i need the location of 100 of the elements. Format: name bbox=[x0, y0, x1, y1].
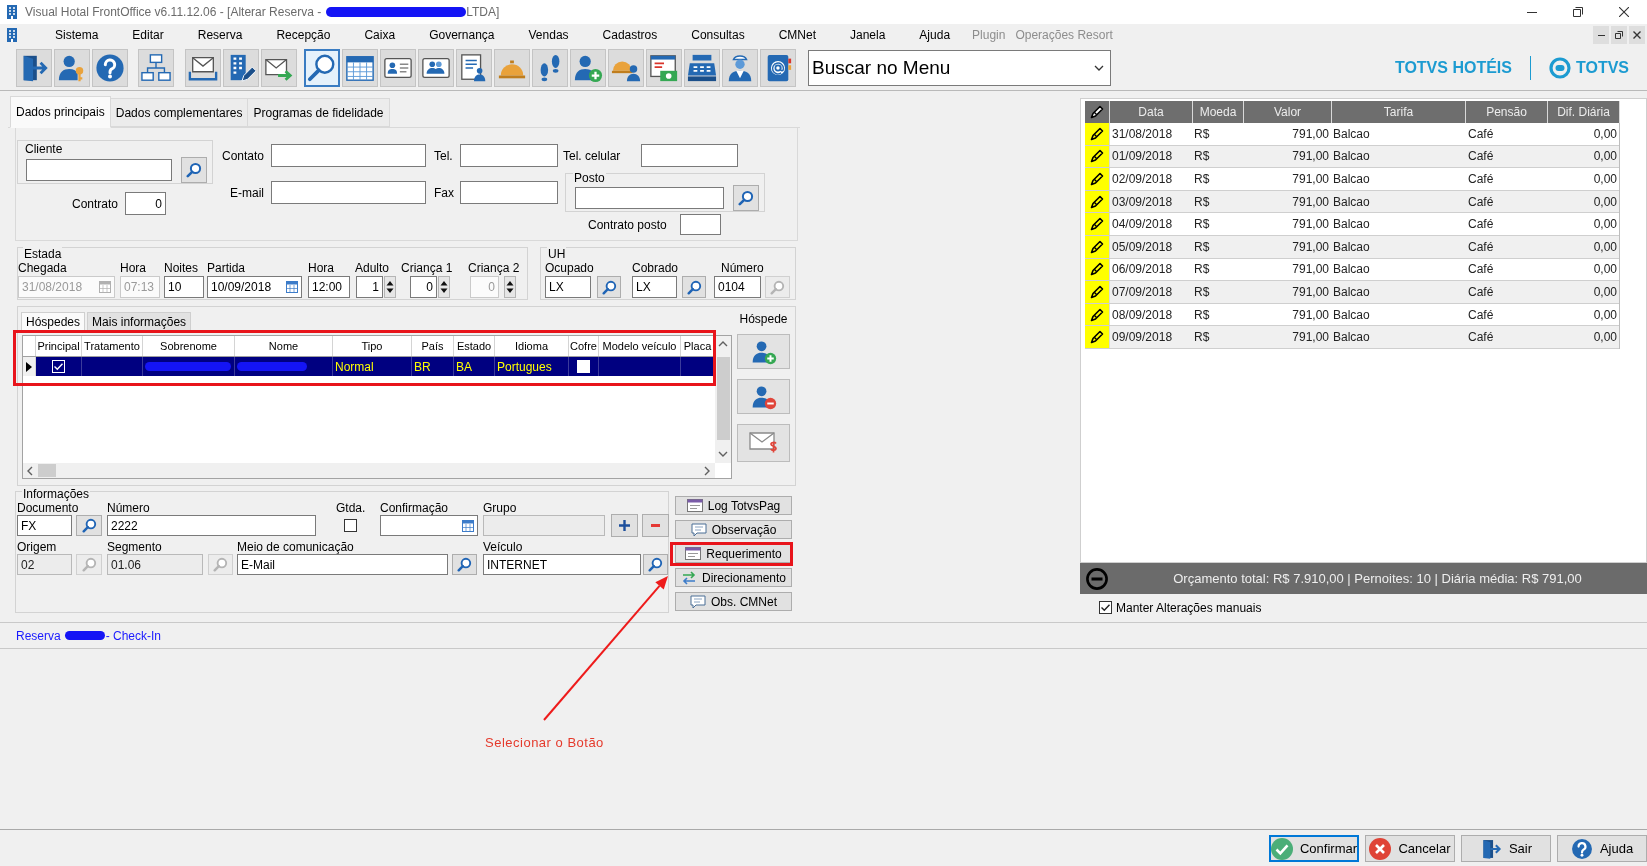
table-cell-text: 791,00 bbox=[1291, 238, 1330, 256]
input-field[interactable] bbox=[26, 159, 172, 181]
table-cell-text: 0,00 bbox=[1592, 171, 1618, 188]
toolbar-button[interactable] bbox=[16, 49, 52, 87]
remove-button[interactable] bbox=[642, 514, 669, 537]
restore-icon bbox=[1615, 31, 1623, 39]
footer-button[interactable]: Confirmar bbox=[1269, 835, 1359, 862]
menu-item[interactable]: Caixa bbox=[347, 25, 413, 45]
input-field[interactable]: 0 bbox=[125, 192, 167, 215]
input-field[interactable] bbox=[271, 144, 426, 167]
date-field[interactable] bbox=[380, 515, 478, 536]
field-label: Tel. bbox=[434, 148, 453, 163]
menu-item[interactable]: Consultas bbox=[674, 25, 762, 45]
toolbar-button[interactable] bbox=[138, 49, 174, 87]
remove-person-button[interactable] bbox=[737, 379, 790, 414]
date-field[interactable]: 10/09/2018 bbox=[207, 276, 302, 298]
menu-search-combobox[interactable]: Buscar no Menu bbox=[808, 50, 1111, 86]
add-button[interactable] bbox=[611, 514, 638, 537]
menu-item[interactable]: CMNet bbox=[761, 25, 833, 45]
input-field[interactable]: 10 bbox=[164, 276, 204, 298]
menu-item[interactable]: Recepção bbox=[259, 25, 348, 45]
tab[interactable]: Programas de fidelidade bbox=[247, 98, 390, 127]
search-button[interactable] bbox=[452, 554, 477, 575]
window-title: Visual Hotal FrontOffice v6.11.12.06 - [Alterar Reserva - bbox=[25, 5, 322, 19]
spin-button[interactable] bbox=[438, 276, 450, 298]
close-button[interactable] bbox=[1629, 26, 1645, 44]
menu-item[interactable]: Ajuda bbox=[902, 25, 968, 45]
spin-button[interactable] bbox=[504, 276, 516, 298]
input-field[interactable] bbox=[271, 181, 426, 204]
toolbar-button[interactable] bbox=[608, 49, 644, 87]
toolbar-button[interactable] bbox=[684, 49, 720, 87]
footer-button[interactable]: Ajuda bbox=[1557, 835, 1647, 862]
menu-item[interactable]: Reserva bbox=[180, 25, 260, 45]
toolbar-button[interactable] bbox=[92, 49, 128, 87]
window-title: LTDA] bbox=[466, 5, 500, 19]
action-button[interactable]: Direcionamento bbox=[675, 568, 792, 587]
action-button[interactable]: Obs. CMNet bbox=[675, 592, 792, 611]
search-button[interactable] bbox=[643, 554, 668, 575]
toolbar-button[interactable] bbox=[54, 49, 90, 87]
scroll-thumb[interactable] bbox=[716, 357, 730, 440]
checkbox[interactable] bbox=[1099, 601, 1112, 614]
input-field[interactable]: 0 bbox=[410, 276, 437, 298]
swap-arrows-icon bbox=[680, 570, 697, 585]
toolbar-button[interactable] bbox=[570, 49, 606, 87]
input-field[interactable]: LX bbox=[632, 276, 677, 298]
input-field[interactable] bbox=[575, 187, 724, 209]
table-cell: Portugues bbox=[495, 357, 569, 376]
toolbar-button[interactable] bbox=[532, 49, 568, 87]
menu-item[interactable]: Cadastros bbox=[585, 25, 675, 45]
input-field[interactable]: FX bbox=[17, 515, 72, 536]
search-button[interactable] bbox=[76, 515, 102, 536]
input-field[interactable]: 0104 bbox=[714, 276, 761, 298]
input-field[interactable]: INTERNET bbox=[483, 554, 641, 575]
action-button[interactable]: Log TotvsPag bbox=[675, 496, 792, 515]
toolbar-button[interactable] bbox=[304, 49, 340, 87]
search-button[interactable] bbox=[597, 276, 621, 298]
action-button[interactable]: Observação bbox=[675, 520, 792, 539]
menu-item[interactable]: Vendas bbox=[511, 25, 586, 45]
search-button[interactable] bbox=[733, 185, 759, 211]
footer-button[interactable]: Sair bbox=[1461, 835, 1551, 862]
input-field[interactable] bbox=[679, 214, 721, 235]
menu-item[interactable]: Governança bbox=[412, 25, 512, 45]
toolbar-button[interactable] bbox=[342, 49, 378, 87]
toolbar-button[interactable] bbox=[456, 49, 492, 87]
toolbar-button[interactable] bbox=[261, 49, 297, 87]
minimize-button[interactable] bbox=[1593, 26, 1609, 44]
toolbar-button[interactable] bbox=[760, 49, 796, 87]
footer-button[interactable]: Cancelar bbox=[1365, 835, 1455, 862]
restore-icon bbox=[1573, 7, 1583, 17]
search-icon bbox=[686, 279, 702, 295]
tab[interactable]: Dados principais bbox=[10, 96, 111, 128]
input-field[interactable]: LX bbox=[545, 276, 591, 298]
checkbox[interactable] bbox=[344, 519, 357, 532]
menu-item[interactable]: Editar bbox=[115, 25, 181, 45]
search-icon bbox=[186, 162, 202, 178]
menu-item[interactable]: Sistema bbox=[38, 25, 116, 45]
toolbar-button[interactable] bbox=[185, 49, 221, 87]
search-button[interactable] bbox=[682, 276, 706, 298]
table-cell-text: Balcao bbox=[1332, 306, 1371, 324]
window-money-icon bbox=[649, 53, 679, 83]
search-button[interactable] bbox=[181, 157, 207, 183]
input-field[interactable]: 2222 bbox=[107, 515, 316, 536]
toolbar-button[interactable] bbox=[646, 49, 682, 87]
menu-item[interactable]: Janela bbox=[833, 25, 903, 45]
input-field[interactable] bbox=[641, 144, 738, 167]
add-person-button[interactable] bbox=[737, 334, 790, 369]
envelope-button[interactable] bbox=[737, 424, 790, 462]
input-field[interactable]: 12:00 bbox=[308, 276, 350, 298]
toolbar-button[interactable] bbox=[223, 49, 259, 87]
input-field[interactable]: 1 bbox=[356, 276, 383, 298]
input-field[interactable] bbox=[460, 144, 558, 167]
restore-button[interactable] bbox=[1611, 26, 1627, 44]
scroll-thumb[interactable] bbox=[38, 464, 56, 477]
input-field[interactable]: E-Mail bbox=[237, 554, 448, 575]
tab[interactable]: Dados complementares bbox=[109, 98, 249, 127]
input-field[interactable] bbox=[460, 181, 558, 204]
toolbar-button[interactable] bbox=[722, 49, 758, 87]
spin-button[interactable] bbox=[384, 276, 396, 298]
toolbar-button[interactable] bbox=[380, 49, 416, 87]
toolbar-button[interactable] bbox=[418, 49, 454, 87]
